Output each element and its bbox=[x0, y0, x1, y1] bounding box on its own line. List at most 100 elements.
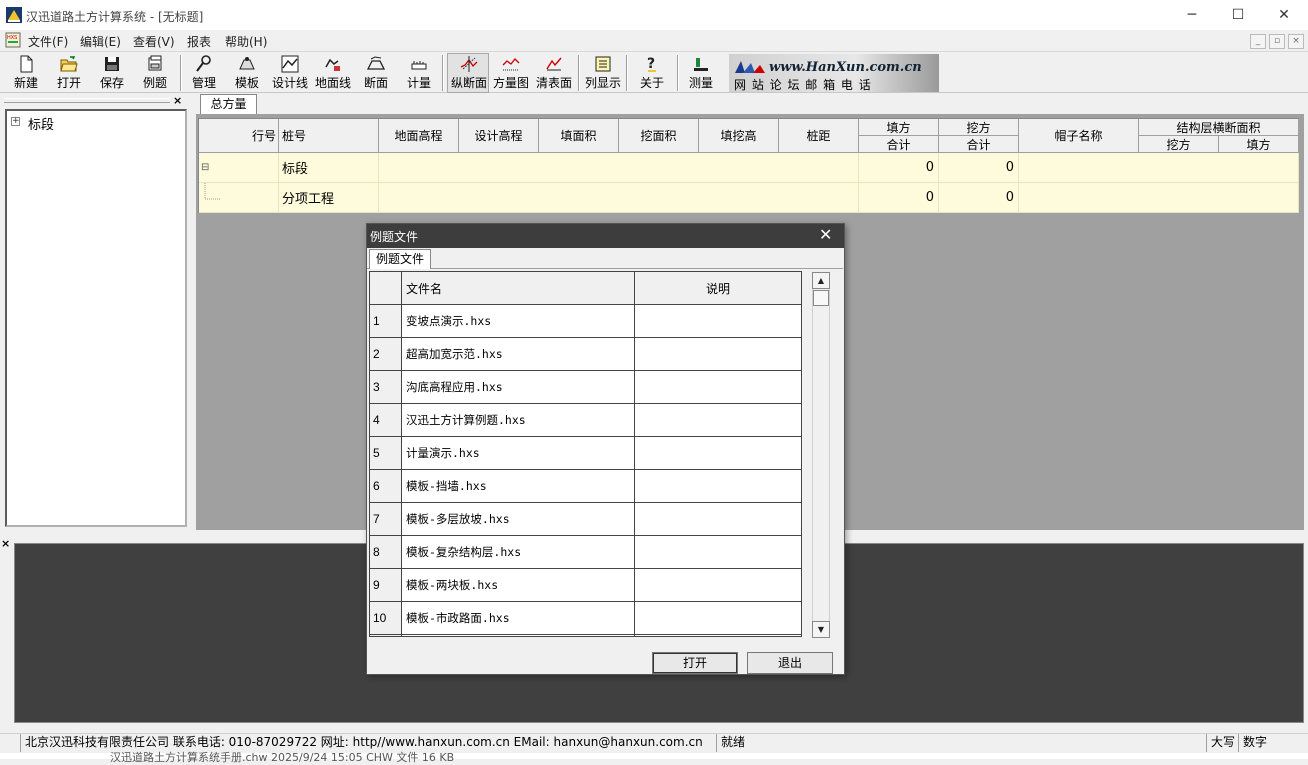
scroll-thumb[interactable] bbox=[813, 290, 829, 306]
mdi-restore-button[interactable]: ▫ bbox=[1269, 34, 1285, 49]
clear-surface-button[interactable]: 清表面 bbox=[534, 54, 574, 92]
table-row-empty[interactable] bbox=[379, 153, 859, 183]
banner-url[interactable]: www.HanXun.com.cn bbox=[769, 60, 922, 75]
panel-grip[interactable] bbox=[4, 98, 170, 103]
col-fill-area: 填面积 bbox=[539, 119, 619, 153]
new-button[interactable]: 新建 bbox=[8, 54, 44, 92]
dialog-close-icon[interactable]: ✕ bbox=[819, 225, 832, 244]
survey-label: 测量 bbox=[688, 76, 713, 90]
row-number[interactable]: 2 bbox=[370, 338, 402, 371]
volume-grid[interactable]: 行号 桩号 地面高程 设计高程 填面积 挖面积 填挖高 桩距 填方 合计 挖方 … bbox=[198, 118, 1299, 213]
file-name-cell[interactable]: 超高加宽示范.hxs bbox=[402, 338, 635, 371]
table-row-empty[interactable] bbox=[1019, 183, 1299, 213]
description-cell[interactable] bbox=[635, 371, 801, 404]
table-row-cut-total[interactable]: 0 bbox=[939, 153, 1019, 183]
tree-node-root[interactable]: 标段 bbox=[28, 114, 54, 133]
row-number[interactable]: 9 bbox=[370, 569, 402, 602]
file-name-cell[interactable]: 模板-两块板.hxs bbox=[402, 569, 635, 602]
description-cell[interactable] bbox=[635, 536, 801, 569]
open-file-button[interactable]: 打开 bbox=[652, 652, 738, 674]
partial-row-cell[interactable] bbox=[370, 635, 402, 636]
col-fill-total: 合计 bbox=[859, 136, 939, 153]
profile-button[interactable]: 纵断面 bbox=[449, 54, 489, 92]
row-number[interactable]: 6 bbox=[370, 470, 402, 503]
partial-row-cell[interactable] bbox=[402, 635, 635, 636]
examples-grid[interactable]: 文件名 说明 1 变坡点演示.hxs 2 超高加宽示范.hxs 3 沟底高程应用.hxs 4… bbox=[369, 271, 802, 637]
column-display-button[interactable]: 列显示 bbox=[583, 54, 623, 92]
file-name-cell[interactable]: 模板-挡墙.hxs bbox=[402, 470, 635, 503]
ground-line-button[interactable]: 地面线 bbox=[313, 54, 353, 92]
menu-edit[interactable]: 编辑(E) bbox=[80, 33, 121, 50]
file-name-cell[interactable]: 模板-复杂结构层.hxs bbox=[402, 536, 635, 569]
tree-view[interactable] bbox=[5, 109, 187, 527]
tab-total-volume[interactable]: 总方量 bbox=[200, 94, 257, 114]
save-button[interactable]: 保存 bbox=[94, 54, 130, 92]
description-cell[interactable] bbox=[635, 470, 801, 503]
description-cell[interactable] bbox=[635, 503, 801, 536]
tree-expand-icon[interactable]: + bbox=[11, 117, 20, 126]
table-row-station[interactable]: 标段 bbox=[279, 153, 379, 183]
mdi-minimize-button[interactable]: _ bbox=[1250, 34, 1266, 49]
bottom-panel-close-icon[interactable]: × bbox=[1, 537, 10, 550]
design-line-icon bbox=[281, 55, 299, 73]
file-name-cell[interactable]: 模板-多层放坡.hxs bbox=[402, 503, 635, 536]
toolbar-separator bbox=[442, 55, 444, 91]
menu-report[interactable]: 报表 bbox=[187, 33, 211, 50]
menu-help[interactable]: 帮助(H) bbox=[225, 33, 267, 50]
menu-view[interactable]: 查看(V) bbox=[133, 33, 175, 50]
column-display-label: 列显示 bbox=[584, 76, 621, 90]
file-name-cell[interactable]: 变坡点演示.hxs bbox=[402, 305, 635, 338]
document-icon[interactable]: HXS bbox=[5, 32, 21, 48]
template-button[interactable]: 模板 bbox=[229, 54, 265, 92]
row-number[interactable]: 5 bbox=[370, 437, 402, 470]
table-row-empty[interactable] bbox=[1019, 153, 1299, 183]
table-row-fill-total[interactable]: 0 bbox=[859, 183, 939, 213]
menu-file[interactable]: 文件(F) bbox=[28, 33, 68, 50]
banner-links[interactable]: 网 站 论 坛 邮 箱 电 话 bbox=[734, 76, 872, 93]
examples-button[interactable]: 例题 bbox=[137, 54, 173, 92]
dialog-title-bar[interactable] bbox=[367, 224, 844, 248]
scroll-up-icon[interactable]: ▲ bbox=[812, 272, 830, 289]
row-number[interactable]: 4 bbox=[370, 404, 402, 437]
description-cell[interactable] bbox=[635, 602, 801, 635]
about-button[interactable]: ? 关于 bbox=[634, 54, 670, 92]
dialog-tab-examples[interactable]: 例题文件 bbox=[369, 249, 431, 269]
description-cell[interactable] bbox=[635, 404, 801, 437]
description-cell[interactable] bbox=[635, 437, 801, 470]
file-name-cell[interactable]: 汉迅土方计算例题.hxs bbox=[402, 404, 635, 437]
row-number[interactable]: 1 bbox=[370, 305, 402, 338]
template-label: 模板 bbox=[234, 76, 259, 90]
exit-button[interactable]: 退出 bbox=[747, 652, 833, 674]
row-number[interactable]: 8 bbox=[370, 536, 402, 569]
table-row-empty[interactable] bbox=[379, 183, 859, 213]
measure-button[interactable]: 计量 bbox=[401, 54, 437, 92]
maximize-button[interactable]: ☐ bbox=[1215, 0, 1261, 30]
partial-row-cell[interactable] bbox=[635, 635, 801, 636]
cross-section-button[interactable]: 断面 bbox=[358, 54, 394, 92]
row-number[interactable]: 3 bbox=[370, 371, 402, 404]
table-row-cut-total[interactable]: 0 bbox=[939, 183, 1019, 213]
close-button[interactable]: ✕ bbox=[1261, 0, 1307, 30]
file-name-cell[interactable]: 模板-市政路面.hxs bbox=[402, 602, 635, 635]
file-name-cell[interactable]: 沟底高程应用.hxs bbox=[402, 371, 635, 404]
measure-icon bbox=[411, 61, 427, 70]
row-number[interactable]: 7 bbox=[370, 503, 402, 536]
scroll-down-icon[interactable]: ▼ bbox=[812, 621, 830, 638]
volume-chart-button[interactable]: 方量图 bbox=[491, 54, 531, 92]
dialog-scrollbar[interactable] bbox=[812, 272, 830, 638]
design-line-button[interactable]: 设计线 bbox=[270, 54, 310, 92]
left-panel-close-icon[interactable]: × bbox=[173, 94, 182, 107]
manage-button[interactable]: 管理 bbox=[186, 54, 222, 92]
description-cell[interactable] bbox=[635, 569, 801, 602]
description-cell[interactable] bbox=[635, 338, 801, 371]
description-cell[interactable] bbox=[635, 305, 801, 338]
survey-button[interactable]: 测量 bbox=[683, 54, 719, 92]
file-name-cell[interactable]: 计量演示.hxs bbox=[402, 437, 635, 470]
table-row-station[interactable]: 分项工程 bbox=[279, 183, 379, 213]
mdi-close-button[interactable]: × bbox=[1288, 34, 1304, 49]
open-button[interactable]: 打开 bbox=[51, 54, 87, 92]
minimize-button[interactable]: ─ bbox=[1169, 0, 1215, 30]
row-number[interactable]: 10 bbox=[370, 602, 402, 635]
row-expander-icon[interactable]: ⊟ bbox=[199, 153, 279, 183]
table-row-fill-total[interactable]: 0 bbox=[859, 153, 939, 183]
